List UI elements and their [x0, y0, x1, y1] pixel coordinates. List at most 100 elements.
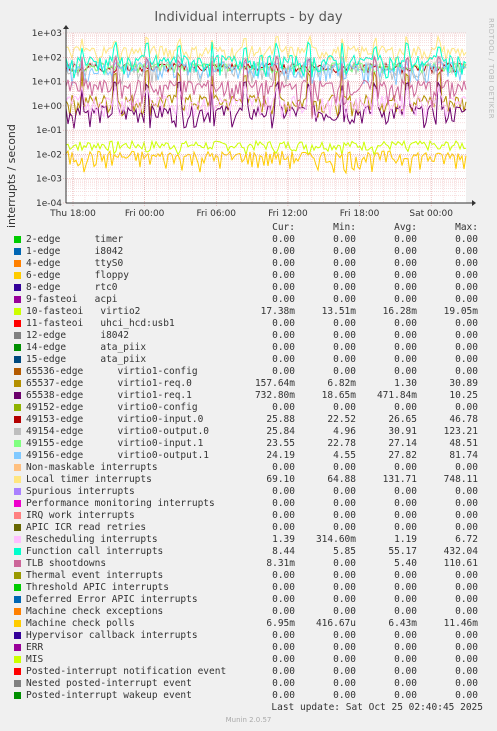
header-avg: Avg: [394, 222, 417, 233]
legend-value-cur: 0.00 [272, 234, 295, 245]
legend-value-avg: 27.82 [388, 450, 417, 461]
legend-value-cur: 6.95m [266, 618, 295, 629]
legend-row: 65538-edge virtio1-req.1 732.80m 18.65m 471… [0, 390, 497, 402]
legend-row: Hypervisor callback interrupts 0.00 0.00 0.… [0, 630, 497, 642]
legend-value-avg: 0.00 [394, 570, 417, 581]
legend-series-name: Nested posted-interrupt event [26, 678, 192, 689]
legend-value-max: 11.46m [443, 618, 478, 629]
legend-row: 49153-edge virtio0-input.0 25.88 22.52 26.6… [0, 414, 497, 426]
legend-value-min: 0.00 [333, 366, 356, 377]
legend-value-avg: 0.00 [394, 654, 417, 665]
legend-value-min: 0.00 [333, 270, 356, 281]
legend-swatch [14, 404, 21, 411]
legend-row: 65537-edge virtio1-req.0 157.64m 6.82m 1.30… [0, 378, 497, 390]
legend-value-avg: 0.00 [394, 630, 417, 641]
legend-value-avg: 26.65 [388, 414, 417, 425]
legend-value-avg: 30.91 [388, 426, 417, 437]
legend-value-avg: 1.30 [394, 378, 417, 389]
legend-swatch [14, 380, 21, 387]
legend-row: Deferred Error APIC interrupts 0.00 0.00 0.… [0, 594, 497, 606]
legend-value-cur: 0.00 [272, 498, 295, 509]
y-tick-label: 1e-03 [36, 175, 62, 185]
legend-value-cur: 23.55 [266, 438, 295, 449]
legend-series-name: Hypervisor callback interrupts [26, 630, 198, 641]
plot-area: 1e+03 1e+02 1e+01 1e+00 1e-01 1e-02 1e-03 1e-04… [32, 25, 476, 219]
legend-value-avg: 0.00 [394, 258, 417, 269]
legend-row: APIC ICR read retries 0.00 0.00 0.00 0.00 [0, 522, 497, 534]
legend-swatch [14, 272, 21, 279]
last-update: Last update: Sat Oct 25 02:40:45 2025 [271, 702, 483, 713]
legend-value-avg: 0.00 [394, 294, 417, 305]
legend-value-avg: 0.00 [394, 486, 417, 497]
legend-row: 49154-edge virtio0-output.0 25.84 4.96 30.9… [0, 426, 497, 438]
legend-swatch [14, 416, 21, 423]
legend-value-cur: 24.19 [266, 450, 295, 461]
legend-swatch [14, 644, 21, 651]
legend-value-min: 0.00 [333, 318, 356, 329]
legend-value-cur: 0.00 [272, 630, 295, 641]
legend-swatch [14, 284, 21, 291]
legend-value-avg: 0.00 [394, 582, 417, 593]
legend-value-max: 10.25 [449, 390, 478, 401]
legend-row: Rescheduling interrupts 1.39 314.60m 1.19 6.… [0, 534, 497, 546]
legend-row: Machine check polls 6.95m 416.67u 6.43m 11.4… [0, 618, 497, 630]
legend-row: 11-fasteoi uhci_hcd:usb1 0.00 0.00 0.00 0.00 [0, 318, 497, 330]
legend-value-cur: 0.00 [272, 510, 295, 521]
legend-series-name: 10-fasteoi virtio2 [26, 306, 141, 317]
header-cur: Cur: [272, 222, 295, 233]
legend-row: MIS 0.00 0.00 0.00 0.00 [0, 654, 497, 666]
legend-value-max: 748.11 [443, 474, 478, 485]
legend-series-name: 12-edge i8042 [26, 330, 129, 341]
legend-value-cur: 0.00 [272, 642, 295, 653]
legend-swatch [14, 488, 21, 495]
legend-row: Posted-interrupt wakeup event 0.00 0.00 0.0… [0, 690, 497, 702]
legend-row: Nested posted-interrupt event 0.00 0.00 0.0… [0, 678, 497, 690]
legend-value-min: 314.60m [315, 534, 356, 545]
legend-row: 8-edge rtc0 0.00 0.00 0.00 0.00 [0, 282, 497, 294]
legend-value-min: 0.00 [333, 606, 356, 617]
legend-value-cur: 157.64m [254, 378, 295, 389]
legend-value-max: 6.72 [455, 534, 478, 545]
legend-value-avg: 0.00 [394, 342, 417, 353]
legend-value-min: 0.00 [333, 258, 356, 269]
legend-row: Function call interrupts 8.44 5.85 55.17 432… [0, 546, 497, 558]
legend-value-cur: 0.00 [272, 330, 295, 341]
legend-row: Spurious interrupts 0.00 0.00 0.00 0.00 [0, 486, 497, 498]
legend-value-cur: 0.00 [272, 294, 295, 305]
legend-value-avg: 0.00 [394, 402, 417, 413]
legend-swatch [14, 560, 21, 567]
legend-value-max: 0.00 [455, 570, 478, 581]
legend-value-cur: 0.00 [272, 354, 295, 365]
legend-swatch [14, 536, 21, 543]
legend-row: 9-fasteoi acpi 0.00 0.00 0.00 0.00 [0, 294, 497, 306]
legend-value-cur: 0.00 [272, 246, 295, 257]
legend-value-cur: 0.00 [272, 282, 295, 293]
legend-value-max: 0.00 [455, 666, 478, 677]
legend-value-max: 0.00 [455, 498, 478, 509]
legend-row: 49152-edge virtio0-config 0.00 0.00 0.00 0.0… [0, 402, 497, 414]
legend-swatch [14, 248, 21, 255]
legend-row: 12-edge i8042 0.00 0.00 0.00 0.00 [0, 330, 497, 342]
legend-row: 14-edge ata_piix 0.00 0.00 0.00 0.00 [0, 342, 497, 354]
legend-value-cur: 0.00 [272, 486, 295, 497]
legend-series-name: 14-edge ata_piix [26, 342, 147, 353]
legend-swatch [14, 464, 21, 471]
legend-value-avg: 131.71 [382, 474, 417, 485]
legend-swatch [14, 428, 21, 435]
legend-series-name: Machine check polls [26, 618, 135, 629]
legend-value-min: 64.88 [327, 474, 356, 485]
legend-value-cur: 0.00 [272, 270, 295, 281]
legend-swatch [14, 680, 21, 687]
legend-value-min: 0.00 [333, 486, 356, 497]
legend-value-cur: 0.00 [272, 570, 295, 581]
legend-series-name: 2-edge timer [26, 234, 124, 245]
legend-value-cur: 0.00 [272, 258, 295, 269]
legend-series-name: ERR [26, 642, 44, 653]
legend-value-max: 0.00 [455, 654, 478, 665]
legend-row: IRQ work interrupts 0.00 0.00 0.00 0.00 [0, 510, 497, 522]
legend-series-name: Non-maskable interrupts [26, 462, 158, 473]
legend-value-max: 0.00 [455, 342, 478, 353]
legend-value-cur: 0.00 [272, 342, 295, 353]
legend-row: 4-edge ttyS0 0.00 0.00 0.00 0.00 [0, 258, 497, 270]
legend-series-name: Function call interrupts [26, 546, 164, 557]
